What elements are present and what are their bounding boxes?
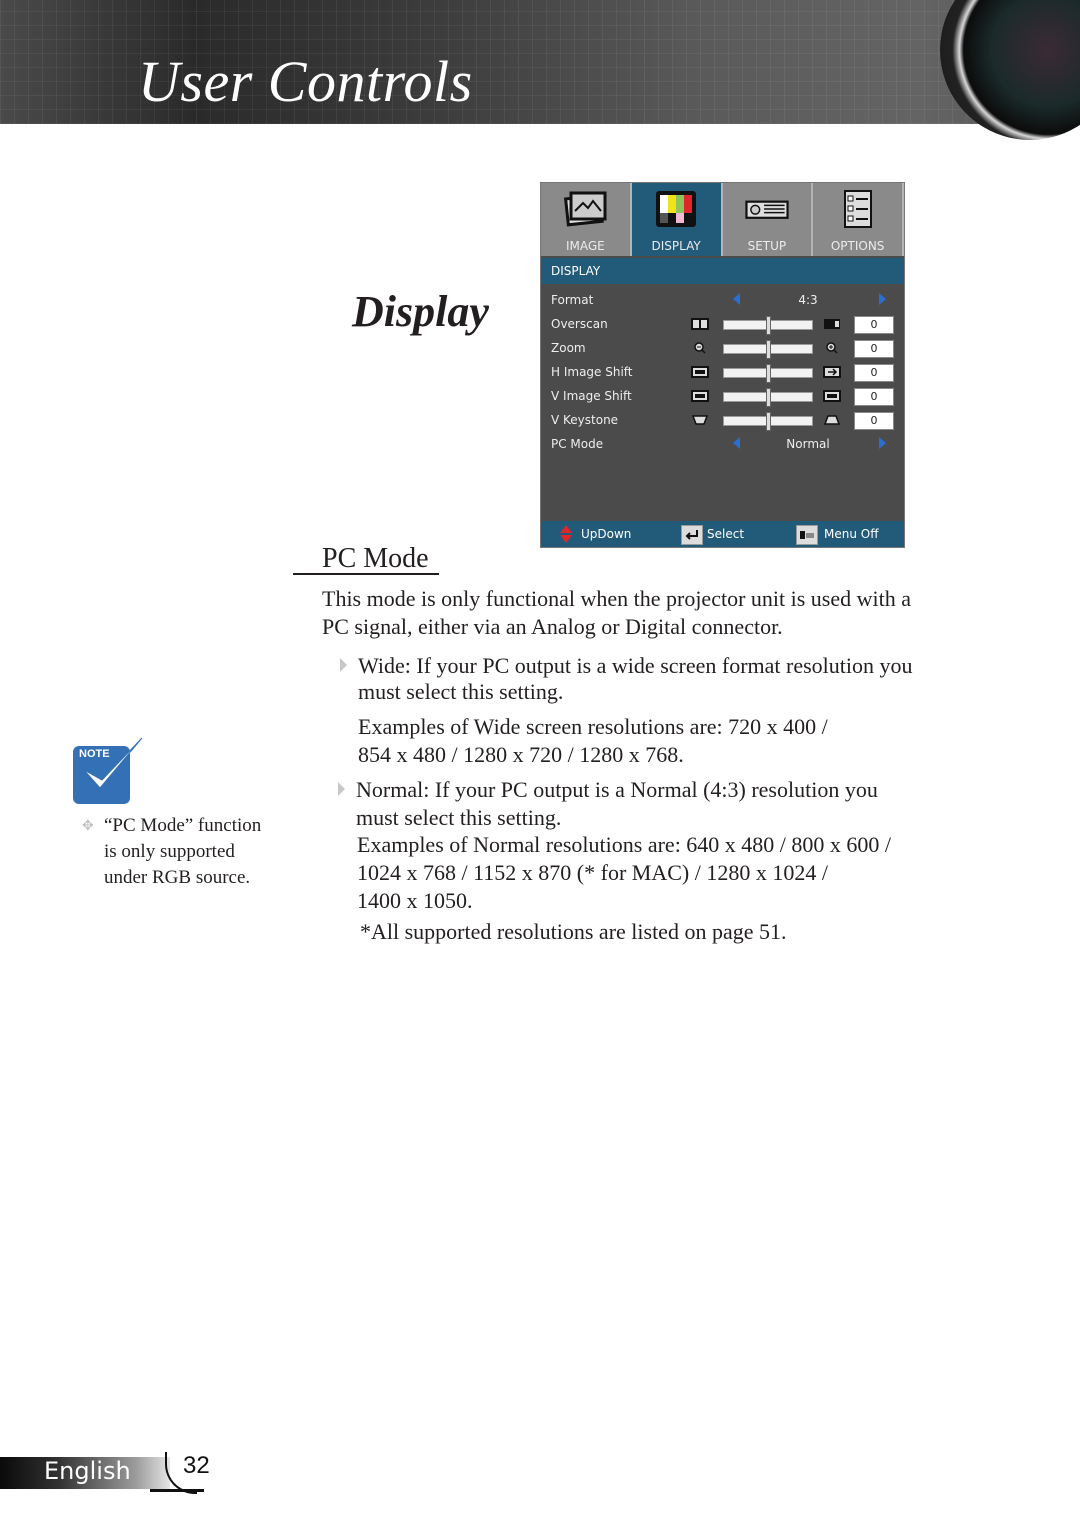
normal-examples-line-2: 1024 x 768 / 1152 x 870 (* for MAC) / 12… [357, 860, 828, 885]
note-line-2: is only supported [104, 841, 235, 862]
keystone-up-icon [823, 415, 841, 425]
keystone-down-icon [691, 415, 709, 425]
zoom-label: Zoom [551, 341, 586, 355]
shift-up-icon [691, 390, 709, 402]
osd-row-format[interactable]: Format 4:3 [541, 289, 904, 313]
normal-examples-line-3: 1400 x 1050. [357, 888, 473, 913]
page-header: User Controls [0, 0, 1080, 140]
color-bars-icon [656, 191, 697, 227]
osd-row-v-keystone[interactable]: V Keystone 0 [541, 409, 904, 433]
wide-line-1: Wide: If your PC output is a wide screen… [358, 653, 913, 678]
note-label: NOTE [79, 748, 110, 760]
projector-icon [745, 200, 789, 219]
slider-thumb[interactable] [766, 364, 771, 383]
zoom-value: 0 [854, 340, 894, 358]
osd-submenu-title: DISPLAY [541, 258, 904, 284]
checkmark-icon [83, 737, 143, 789]
zoom-in-icon [826, 342, 838, 354]
format-label: Format [551, 293, 594, 307]
lens-image [940, 0, 1080, 140]
checklist-icon [843, 190, 872, 228]
heading-underline [293, 573, 439, 575]
intro-line-2: PC signal, either via an Analog or Digit… [322, 614, 783, 639]
updown-arrows-icon [560, 525, 572, 543]
overscan-label: Overscan [551, 317, 608, 331]
tab-options-label: OPTIONS [830, 239, 885, 253]
v-image-shift-label: V Image Shift [551, 389, 632, 403]
intro-line-1: This mode is only functional when the pr… [322, 586, 912, 611]
pc-mode-heading: PC Mode [322, 543, 429, 574]
shift-left-icon [691, 366, 709, 378]
header-title: User Controls [138, 49, 473, 114]
tab-setup[interactable]: SETUP [722, 183, 814, 256]
format-value: 4:3 [798, 293, 818, 307]
bullet-arrow-icon [340, 658, 347, 672]
overscan-slider[interactable] [723, 316, 813, 335]
diamond-bullet-icon: ✥ [82, 819, 94, 834]
overscan-value: 0 [854, 316, 894, 334]
slider-thumb[interactable] [766, 388, 771, 407]
shift-right-icon [823, 366, 841, 378]
osd-menu: IMAGE DISPLAY SETUP OPTIONS DISPLAY Form… [540, 182, 905, 548]
pc-mode-label: PC Mode [551, 437, 604, 451]
updown-hint: UpDown [581, 527, 632, 541]
v-keystone-label: V Keystone [551, 413, 619, 427]
footnote: *All supported resolutions are listed on… [360, 919, 787, 944]
tab-image[interactable]: IMAGE [541, 183, 632, 256]
normal-line-1: Normal: If your PC output is a Normal (4… [356, 777, 878, 802]
tab-image-label: IMAGE [565, 239, 605, 253]
page-number: 32 [183, 1452, 210, 1479]
v-image-shift-value: 0 [854, 388, 894, 406]
wide-examples-line-2: 854 x 480 / 1280 x 720 / 1280 x 768. [358, 742, 684, 767]
pc-mode-value: Normal [786, 437, 830, 451]
zoom-out-icon [694, 342, 706, 354]
osd-footer: UpDown Select Menu Off [541, 521, 904, 547]
h-image-shift-value: 0 [854, 364, 894, 382]
zoom-slider[interactable] [723, 340, 813, 359]
v-keystone-slider[interactable] [723, 412, 813, 431]
tab-display[interactable]: DISPLAY [631, 183, 723, 256]
osd-row-overscan[interactable]: Overscan 0 [541, 313, 904, 337]
note-line-3: under RGB source. [104, 867, 251, 888]
left-arrow-icon[interactable] [733, 293, 740, 305]
osd-row-pc-mode[interactable]: PC Mode Normal [541, 433, 904, 457]
bullet-arrow-icon [338, 782, 345, 796]
h-image-shift-label: H Image Shift [551, 365, 633, 379]
osd-row-v-image-shift[interactable]: V Image Shift 0 [541, 385, 904, 409]
menu-off-hint: Menu Off [824, 527, 879, 541]
menu-key-icon [796, 525, 818, 545]
note-line-1: “PC Mode” function [104, 815, 262, 836]
v-keystone-value: 0 [854, 412, 894, 430]
left-arrow-icon[interactable] [733, 437, 740, 449]
osd-row-h-image-shift[interactable]: H Image Shift 0 [541, 361, 904, 385]
image-icon [564, 191, 607, 227]
normal-line-2: must select this setting. [356, 805, 562, 830]
page-number-underline [150, 1489, 204, 1492]
h-image-shift-slider[interactable] [723, 364, 813, 383]
slider-thumb[interactable] [766, 316, 771, 335]
note-text: “PC Mode” function is only supported und… [104, 813, 304, 891]
select-hint: Select [707, 527, 745, 541]
tab-display-label: DISPLAY [651, 239, 701, 253]
section-title: Display [352, 287, 489, 336]
osd-tabs: IMAGE DISPLAY SETUP OPTIONS [541, 183, 904, 256]
wide-examples-line-1: Examples of Wide screen resolutions are:… [358, 714, 828, 739]
overscan-decrease-icon [691, 318, 709, 330]
tab-setup-label: SETUP [747, 239, 787, 253]
v-image-shift-slider[interactable] [723, 388, 813, 407]
osd-row-zoom[interactable]: Zoom 0 [541, 337, 904, 361]
language-label: English [44, 1457, 131, 1485]
slider-thumb[interactable] [766, 340, 771, 359]
normal-examples-line-1: Examples of Normal resolutions are: 640 … [357, 832, 892, 857]
overscan-increase-icon [824, 319, 840, 329]
shift-down-icon [823, 390, 841, 402]
slider-thumb[interactable] [766, 412, 771, 431]
right-arrow-icon[interactable] [879, 437, 886, 449]
enter-key-icon [681, 525, 703, 545]
right-arrow-icon[interactable] [879, 293, 886, 305]
tab-options[interactable]: OPTIONS [813, 183, 904, 256]
wide-line-2: must select this setting. [358, 679, 564, 704]
submenu-title-text: DISPLAY [551, 264, 601, 278]
